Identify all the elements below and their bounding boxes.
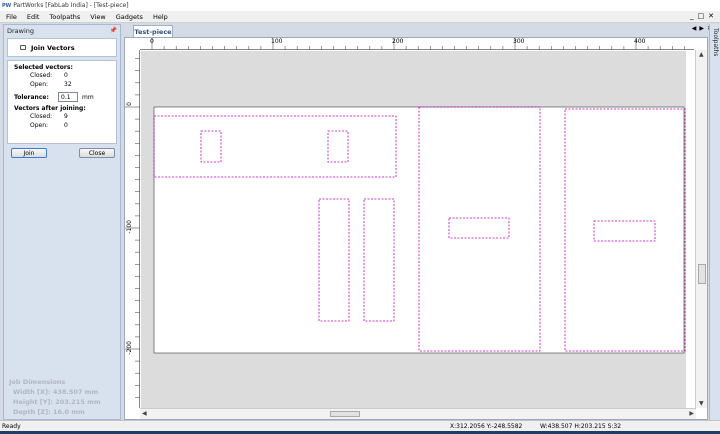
ruler-x-300: 300 bbox=[513, 38, 525, 45]
after-open-label: Open: bbox=[30, 122, 49, 129]
job-dimensions: Job Dimensions Width [X]: 438.507 mm Hei… bbox=[9, 377, 101, 417]
tab-prev-icon[interactable]: ◀ bbox=[692, 25, 697, 32]
ruler-x-100: 100 bbox=[271, 38, 283, 45]
top-ruler: 0 100 200 300 400 bbox=[140, 38, 694, 50]
top-ruler-ticks bbox=[151, 38, 685, 50]
cursor-coordinates: X:312.2056 Y:-248.5582 bbox=[450, 422, 523, 430]
join-vectors-icon bbox=[20, 45, 26, 50]
title-bar: PW PartWorks [FabLab India] - [Test-piec… bbox=[0, 0, 720, 11]
menu-file[interactable]: File bbox=[0, 13, 22, 21]
job-depth: Depth [Z]: 16.0 mm bbox=[13, 408, 85, 416]
scroll-right-icon[interactable]: ▶ bbox=[689, 410, 694, 417]
window-title: PartWorks [FabLab India] - [Test-piece] bbox=[13, 2, 129, 9]
vector-layer[interactable] bbox=[141, 51, 686, 408]
close-window-icon[interactable]: ✕ bbox=[708, 12, 714, 20]
after-closed-label: Closed: bbox=[30, 113, 53, 120]
selected-closed-value: 0 bbox=[64, 72, 68, 79]
after-open-row: Open: 0 bbox=[14, 121, 110, 130]
selected-closed-label: Closed: bbox=[30, 72, 53, 79]
minimize-icon[interactable]: _ bbox=[690, 12, 694, 20]
menu-gadgets[interactable]: Gadgets bbox=[111, 13, 148, 21]
ruler-x-200: 200 bbox=[392, 38, 404, 45]
drawing-canvas[interactable] bbox=[141, 51, 686, 408]
scroll-up-icon[interactable]: ▲ bbox=[699, 51, 704, 58]
menu-help[interactable]: Help bbox=[148, 13, 173, 21]
restore-icon[interactable]: □ bbox=[698, 12, 705, 20]
tool-title: Join Vectors bbox=[31, 43, 75, 52]
horizontal-scrollbar[interactable]: ◀ ▶ bbox=[140, 408, 696, 419]
menu-edit[interactable]: Edit bbox=[22, 13, 45, 21]
ruler-corner bbox=[125, 38, 140, 50]
tolerance-row: Tolerance: mm bbox=[14, 91, 110, 103]
status-ready: Ready bbox=[2, 422, 21, 430]
tolerance-label: Tolerance: bbox=[14, 93, 49, 101]
selected-open-label: Open: bbox=[30, 81, 49, 88]
pin-icon[interactable]: 📌 bbox=[110, 27, 117, 34]
vertical-scroll-thumb[interactable] bbox=[698, 264, 706, 284]
scroll-down-icon[interactable]: ▼ bbox=[699, 400, 704, 407]
tab-next-icon[interactable]: ▶ bbox=[699, 25, 704, 32]
selected-open-row: Open: 32 bbox=[14, 80, 110, 89]
job-height: Height [Y]: 203.215 mm bbox=[13, 398, 101, 406]
ruler-y-neg200: -200 bbox=[126, 341, 133, 355]
after-closed-value: 9 bbox=[64, 113, 68, 120]
selected-open-value: 32 bbox=[64, 81, 72, 88]
button-row: Join Close bbox=[11, 148, 115, 158]
join-button[interactable]: Join bbox=[11, 148, 47, 158]
tool-title-box: Join Vectors bbox=[7, 38, 117, 57]
left-ruler: 0 -100 -200 bbox=[125, 50, 140, 408]
ruler-y-0: 0 bbox=[126, 102, 133, 106]
ruler-y-neg100: -100 bbox=[126, 220, 133, 234]
tolerance-unit: mm bbox=[82, 93, 94, 101]
ruler-x-400: 400 bbox=[634, 38, 646, 45]
after-closed-row: Closed: 9 bbox=[14, 112, 110, 121]
menu-bar: File Edit Toolpaths View Gadgets Help _ … bbox=[0, 11, 720, 23]
tolerance-input[interactable] bbox=[58, 92, 78, 102]
panel-header: Drawing 📌 bbox=[4, 25, 120, 36]
vertical-scrollbar[interactable]: ▲ ▼ bbox=[695, 50, 707, 408]
ruler-x-0: 0 bbox=[150, 38, 154, 45]
toolpaths-side-tab[interactable]: Toolpaths bbox=[709, 24, 720, 420]
drawing-panel: Drawing 📌 Join Vectors Selected vectors:… bbox=[3, 24, 121, 420]
status-bar: Ready X:312.2056 Y:-248.5582 W:438.507 H… bbox=[0, 420, 720, 431]
menu-view[interactable]: View bbox=[85, 13, 110, 21]
close-button[interactable]: Close bbox=[79, 148, 115, 158]
window-controls: _ □ ✕ bbox=[690, 12, 714, 20]
after-open-value: 0 bbox=[64, 122, 68, 129]
selection-dimensions: W:438.507 H:203.215 S:32 bbox=[540, 422, 622, 430]
panel-title: Drawing bbox=[7, 26, 35, 35]
selected-vectors-heading: Selected vectors: bbox=[14, 64, 73, 71]
scroll-left-icon[interactable]: ◀ bbox=[142, 410, 147, 417]
horizontal-scroll-thumb[interactable] bbox=[330, 411, 360, 417]
toolpaths-tab-label[interactable]: Toolpaths bbox=[712, 28, 719, 56]
after-joining-heading: Vectors after joining: bbox=[14, 105, 86, 112]
selected-closed-row: Closed: 0 bbox=[14, 71, 110, 80]
partworks-app-icon: PW bbox=[2, 2, 12, 9]
menu-toolpaths[interactable]: Toolpaths bbox=[44, 13, 85, 21]
job-width: Width [X]: 438.507 mm bbox=[13, 388, 99, 396]
join-settings-box: Selected vectors: Closed: 0 Open: 32 Tol… bbox=[7, 60, 117, 144]
job-dimensions-heading: Job Dimensions bbox=[9, 378, 66, 386]
tab-test-piece[interactable]: Test-piece bbox=[133, 25, 173, 37]
